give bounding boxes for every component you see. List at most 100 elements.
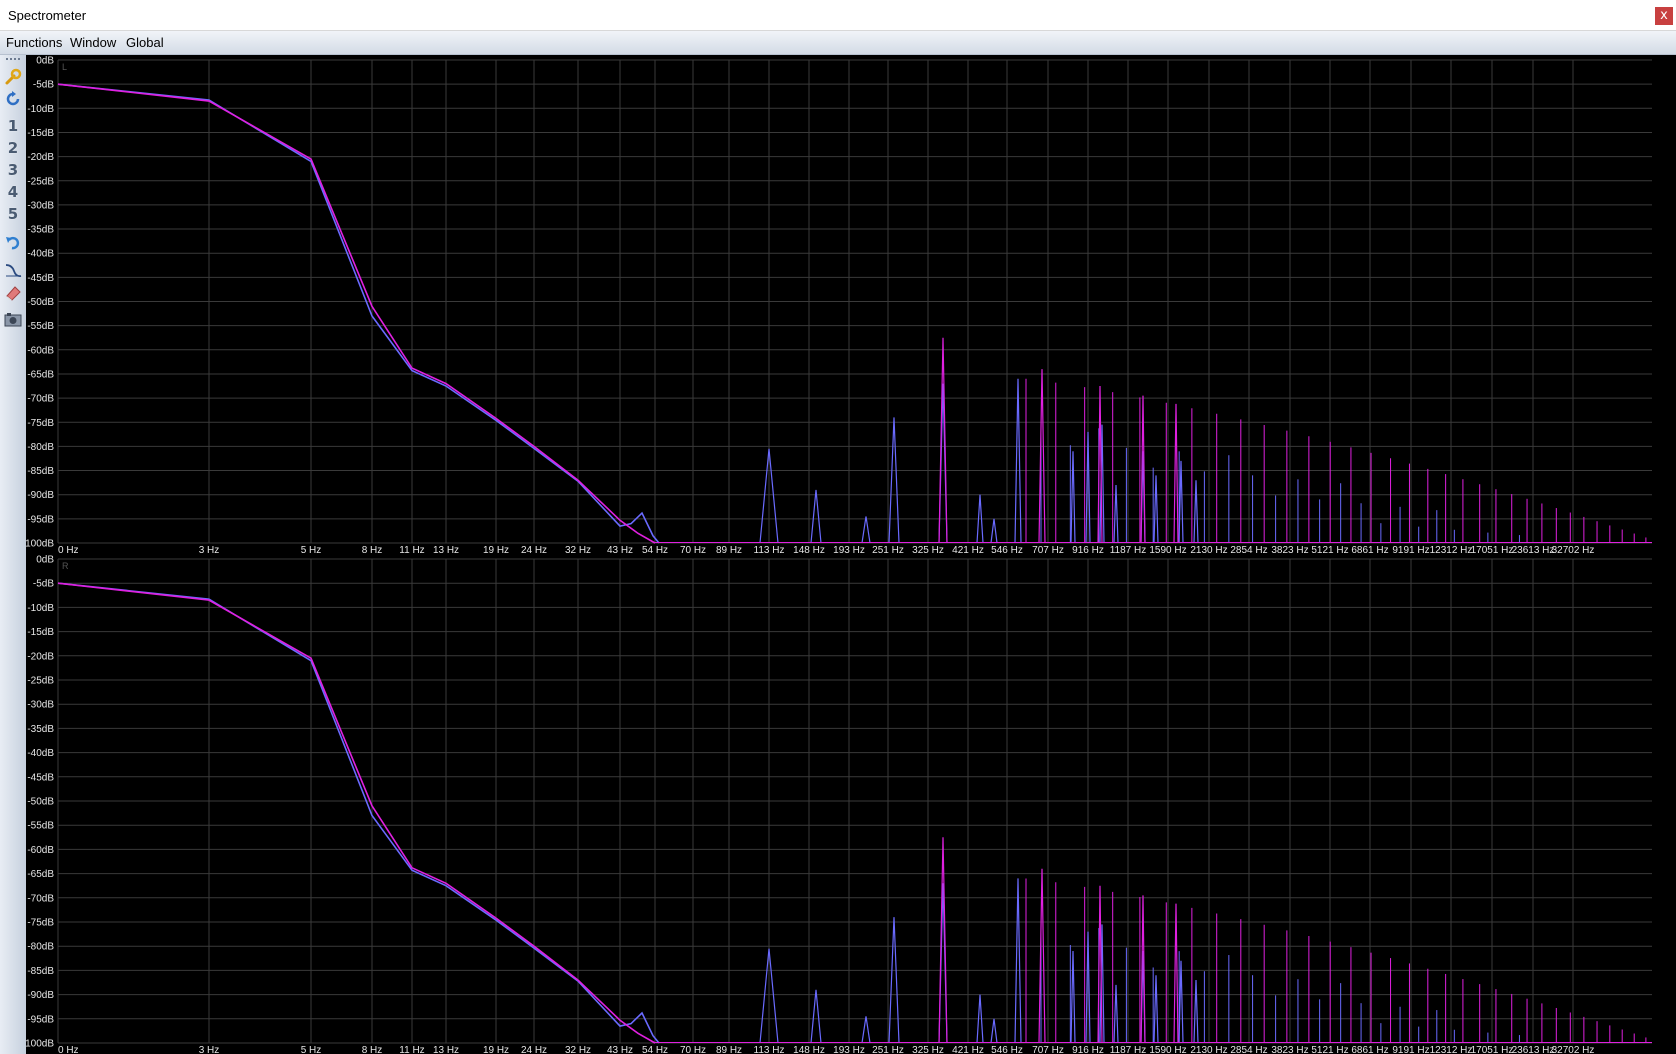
- menu-functions[interactable]: Functions: [6, 35, 62, 50]
- y-tick-label: -50dB: [27, 297, 54, 308]
- x-tick-label: 0 Hz: [58, 545, 79, 554]
- y-tick-label: -85dB: [27, 966, 54, 977]
- peak-b: [990, 1018, 998, 1044]
- peak-b: [810, 989, 822, 1044]
- y-tick-label: -75dB: [27, 418, 54, 429]
- y-tick-label: -55dB: [27, 821, 54, 832]
- refresh-icon[interactable]: [2, 89, 24, 109]
- peak-a: [938, 837, 948, 1044]
- x-tick-label: 32 Hz: [565, 1045, 591, 1054]
- x-tick-label: 9191 Hz: [1392, 545, 1429, 554]
- y-tick-label: -30dB: [27, 700, 54, 711]
- y-tick-label: -55dB: [27, 321, 54, 332]
- x-tick-label: 17051 Hz: [1471, 545, 1514, 554]
- settings-wrench-icon[interactable]: [2, 67, 24, 87]
- x-tick-label: 43 Hz: [607, 545, 633, 554]
- y-tick-label: -85dB: [27, 466, 54, 477]
- preset-3-button[interactable]: 3: [2, 160, 24, 180]
- y-tick-label: -20dB: [27, 651, 54, 662]
- x-tick-label: 2854 Hz: [1230, 545, 1267, 554]
- y-tick-label: -95dB: [27, 1014, 54, 1025]
- y-tick-label: -45dB: [27, 273, 54, 284]
- x-tick-label: 421 Hz: [952, 545, 984, 554]
- y-tick-label: -15dB: [27, 627, 54, 638]
- x-tick-label: 113 Hz: [754, 1045, 785, 1054]
- x-tick-label: 54 Hz: [642, 1045, 668, 1054]
- x-tick-label: 32 Hz: [565, 545, 591, 554]
- menu-window[interactable]: Window: [70, 35, 116, 50]
- y-tick-label: -95dB: [27, 514, 54, 525]
- title-bar: Spectrometer x: [0, 0, 1676, 31]
- y-tick-label: -30dB: [27, 200, 54, 211]
- x-tick-label: 89 Hz: [716, 545, 742, 554]
- undo-icon[interactable]: [2, 232, 24, 252]
- x-tick-label: 5121 Hz: [1311, 1045, 1348, 1054]
- y-tick-label: -35dB: [27, 225, 54, 236]
- y-tick-label: -90dB: [27, 490, 54, 501]
- spectrum-panel-right[interactable]: R 0dB -5dB -10dB -15dB -20dB -25dB -30dB -35dB -4…: [26, 554, 1676, 1054]
- peak-b: [1070, 451, 1076, 544]
- preset-1-button[interactable]: 1: [2, 116, 24, 136]
- y-tick-label: -10dB: [27, 104, 54, 115]
- y-tick-label: -80dB: [27, 942, 54, 953]
- peak-b: [1153, 975, 1159, 1044]
- x-tick-label: 6861 Hz: [1351, 1045, 1388, 1054]
- x-tick-label: 54 Hz: [642, 545, 668, 554]
- x-tick-label: 251 Hz: [872, 545, 904, 554]
- x-tick-label: 5 Hz: [301, 545, 322, 554]
- y-tick-label: -5dB: [33, 579, 54, 590]
- eraser-icon[interactable]: [2, 283, 24, 303]
- x-tick-label: 1590 Hz: [1149, 1045, 1186, 1054]
- x-tick-label: 546 Hz: [991, 1045, 1023, 1054]
- spectrum-panel-left[interactable]: L 0dB -5dB -10dB -15dB -20dB -25dB -30dB -35dB -4…: [26, 55, 1676, 554]
- peak-b: [861, 1016, 871, 1044]
- peak-b: [1193, 480, 1199, 544]
- x-tick-label: 32702 Hz: [1552, 545, 1595, 554]
- y-tick-label: -60dB: [27, 845, 54, 856]
- y-tick-label: -45dB: [27, 772, 54, 783]
- peak-b: [1153, 475, 1159, 544]
- x-tick-label: 24 Hz: [521, 545, 547, 554]
- x-tick-label: 421 Hz: [952, 1045, 984, 1054]
- x-tick-label: 13 Hz: [433, 545, 459, 554]
- x-tick-label: 193 Hz: [833, 1045, 865, 1054]
- curve-tool-icon[interactable]: [2, 260, 24, 280]
- peak-b: [990, 518, 998, 544]
- channel-label: L: [62, 62, 67, 72]
- y-tick-label: -70dB: [27, 893, 54, 904]
- y-tick-label: -10dB: [27, 603, 54, 614]
- preset-5-button[interactable]: 5: [2, 204, 24, 224]
- x-tick-label: 325 Hz: [912, 545, 944, 554]
- peak-b: [1113, 984, 1119, 1044]
- peak-b: [810, 489, 822, 544]
- y-tick-label: -50dB: [27, 797, 54, 808]
- channel-label: R: [62, 561, 69, 571]
- y-tick-label: -90dB: [27, 990, 54, 1001]
- y-tick-label: -20dB: [27, 152, 54, 163]
- y-tick-label: -75dB: [27, 918, 54, 929]
- x-tick-label: 70 Hz: [680, 1045, 706, 1054]
- series-a-line: [57, 83, 656, 544]
- x-tick-label: 916 Hz: [1072, 545, 1104, 554]
- toolbar-grip[interactable]: [6, 58, 20, 62]
- preset-4-button[interactable]: 4: [2, 182, 24, 202]
- menu-bar: Functions Window Global: [0, 31, 1676, 55]
- grid: [57, 558, 1652, 1044]
- x-tick-label: 1590 Hz: [1149, 545, 1186, 554]
- menu-global[interactable]: Global: [126, 35, 164, 50]
- x-tick-label: 0 Hz: [58, 1045, 79, 1054]
- snapshot-icon[interactable]: [2, 310, 24, 330]
- y-tick-label: -35dB: [27, 724, 54, 735]
- peak-b: [1193, 980, 1199, 1044]
- x-tick-label: 2130 Hz: [1190, 545, 1227, 554]
- x-tick-label: 19 Hz: [483, 545, 509, 554]
- x-tick-label: 193 Hz: [833, 545, 865, 554]
- preset-2-button[interactable]: 2: [2, 138, 24, 158]
- peak-b: [888, 417, 900, 544]
- close-button[interactable]: x: [1655, 7, 1673, 25]
- x-tick-label: 251 Hz: [872, 1045, 904, 1054]
- x-tick-label: 5121 Hz: [1311, 545, 1348, 554]
- x-tick-label: 43 Hz: [607, 1045, 633, 1054]
- peak-b: [888, 917, 900, 1044]
- x-tick-label: 13 Hz: [433, 1045, 459, 1054]
